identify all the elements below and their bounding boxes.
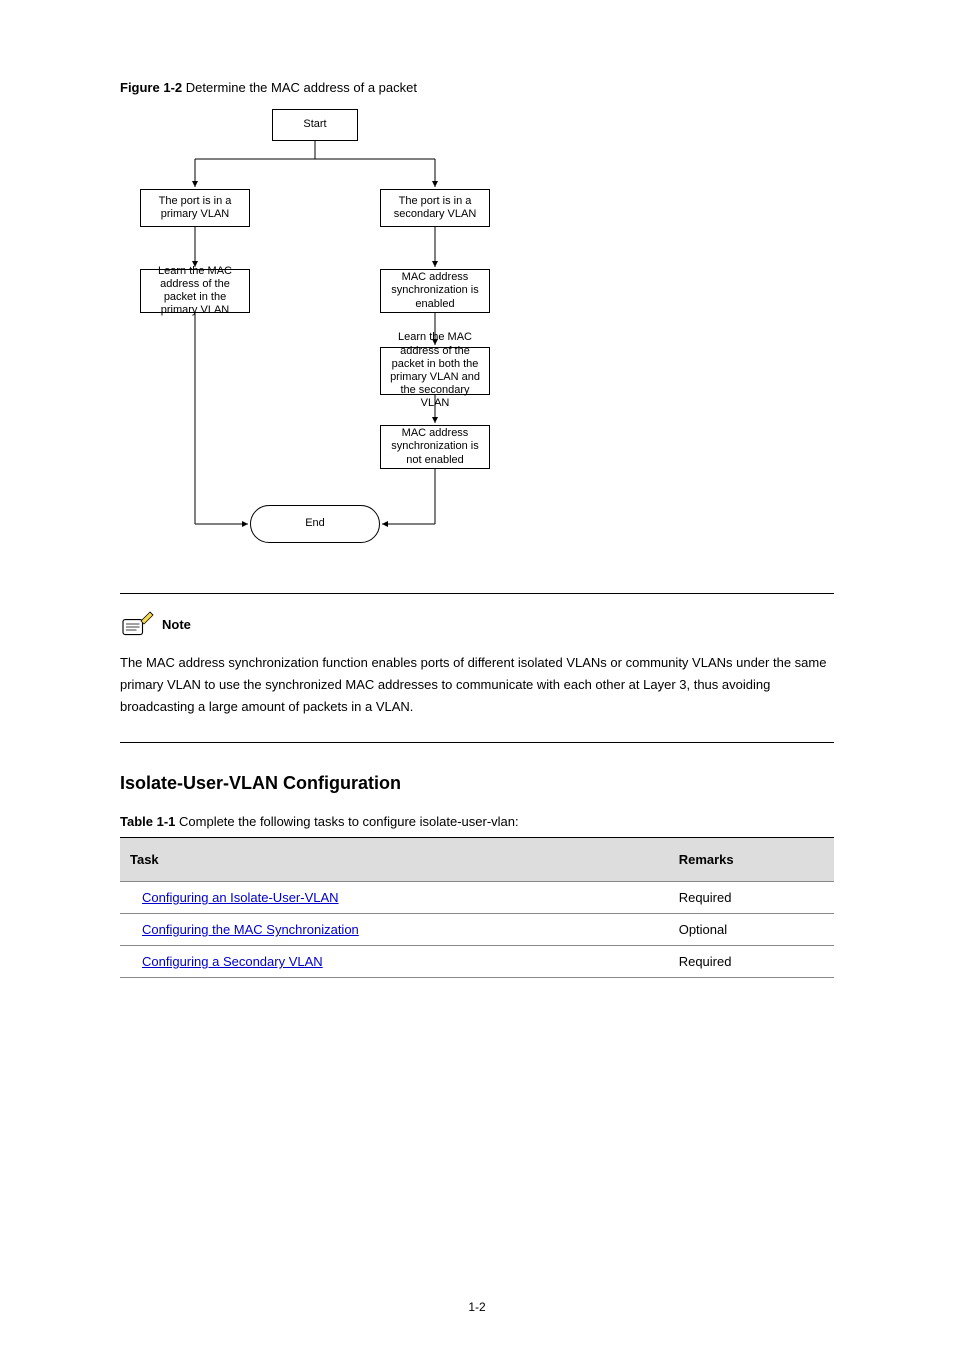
- table-header-row: Task Remarks: [120, 838, 834, 882]
- task-link[interactable]: Configuring an Isolate-User-VLAN: [142, 890, 339, 905]
- flow-node-learn-both: Learn the MAC address of the packet in b…: [380, 347, 490, 395]
- flow-node-learn-primary: Learn the MAC address of the packet in t…: [140, 269, 250, 313]
- section-title: Isolate-User-VLAN Configuration: [120, 773, 834, 794]
- remarks-cell: Optional: [669, 914, 834, 946]
- page: Figure 1-2 Determine the MAC address of …: [0, 0, 954, 1350]
- table-row: Configuring an Isolate-User-VLAN Require…: [120, 882, 834, 914]
- task-table: Task Remarks Configuring an Isolate-User…: [120, 837, 834, 978]
- task-link[interactable]: Configuring the MAC Synchronization: [142, 922, 359, 937]
- divider: [120, 742, 834, 743]
- remarks-cell: Required: [669, 946, 834, 978]
- table-row: Configuring the MAC Synchronization Opti…: [120, 914, 834, 946]
- table-header-remarks: Remarks: [669, 838, 834, 882]
- note-icon: [120, 610, 156, 638]
- table-number: Table 1-1: [120, 814, 175, 829]
- flowchart-diagram: Start The port is in a primary VLAN The …: [120, 109, 820, 569]
- flow-node-start: Start: [272, 109, 358, 141]
- table-header-task: Task: [120, 838, 669, 882]
- page-number: 1-2: [468, 1300, 485, 1314]
- note-label: Note: [162, 617, 191, 632]
- flow-node-sync-enabled: MAC address synchronization is enabled: [380, 269, 490, 313]
- figure-title: Determine the MAC address of a packet: [186, 80, 417, 95]
- flow-node-primary-vlan: The port is in a primary VLAN: [140, 189, 250, 227]
- figure-caption: Figure 1-2 Determine the MAC address of …: [120, 80, 834, 95]
- figure-number: Figure 1-2: [120, 80, 182, 95]
- task-link[interactable]: Configuring a Secondary VLAN: [142, 954, 323, 969]
- note-header: Note: [120, 610, 834, 638]
- divider: [120, 593, 834, 594]
- table-row: Configuring a Secondary VLAN Required: [120, 946, 834, 978]
- flow-node-sync-disabled: MAC address synchronization is not enabl…: [380, 425, 490, 469]
- table-caption: Table 1-1 Complete the following tasks t…: [120, 814, 834, 829]
- table-caption-text: Complete the following tasks to configur…: [179, 814, 519, 829]
- flow-node-secondary-vlan: The port is in a secondary VLAN: [380, 189, 490, 227]
- flow-node-end: End: [250, 505, 380, 543]
- note-text: The MAC address synchronization function…: [120, 652, 834, 718]
- remarks-cell: Required: [669, 882, 834, 914]
